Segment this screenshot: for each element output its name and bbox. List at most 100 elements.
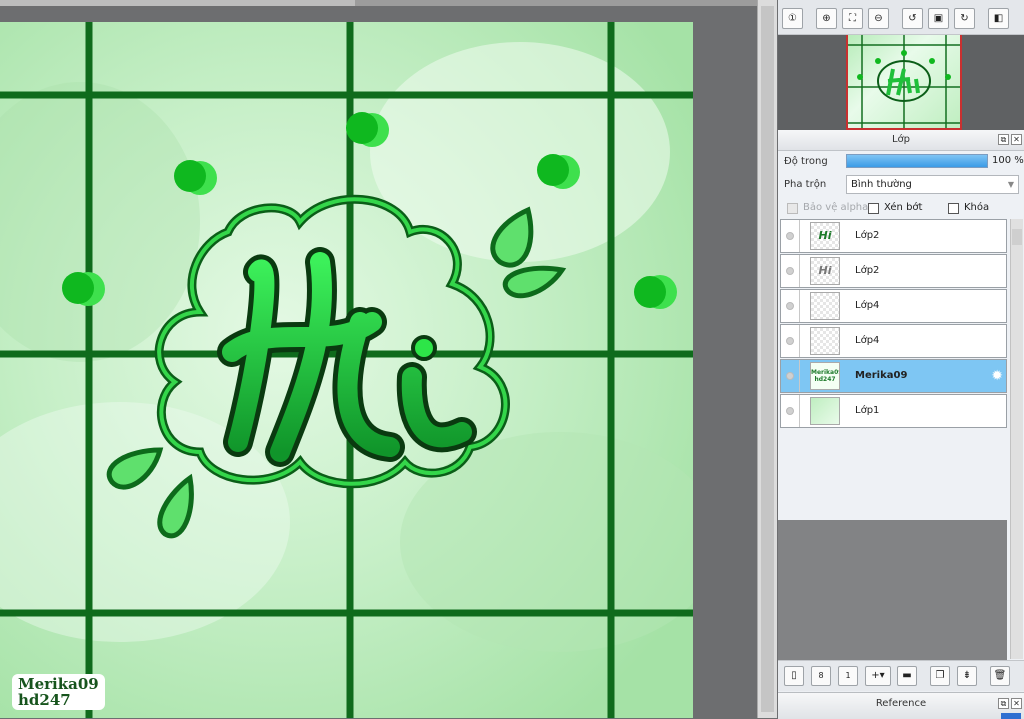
folder-icon: ▬	[902, 670, 912, 681]
layer-row[interactable]: Lớp1	[780, 394, 1007, 428]
flip-icon: ◧	[993, 13, 1004, 24]
reset-rotation-icon: ▣	[933, 13, 944, 24]
layer-8-icon: 8	[818, 671, 824, 680]
blend-mode-select[interactable]: Bình thường ▼	[846, 175, 1019, 194]
new-8bit-layer-button[interactable]: 8	[811, 666, 831, 686]
new-1bit-layer-button[interactable]: 1	[838, 666, 858, 686]
trash-icon: 🗑	[993, 670, 1007, 681]
layer-name: Merika09	[855, 370, 908, 381]
zoom-in-button[interactable]: ⊕	[816, 8, 837, 29]
fit-window-button[interactable]: ⛶	[842, 8, 863, 29]
close-icon: ✕	[1013, 699, 1020, 708]
scroll-thumb[interactable]	[761, 6, 774, 712]
duplicate-layer-button[interactable]: ❐	[930, 666, 950, 686]
reference-tab-indicator	[1001, 713, 1021, 719]
reset-rotation-button[interactable]: ▣	[928, 8, 949, 29]
navigator-thumbnail-art	[848, 35, 960, 128]
layer-thumbnail: Merika09 hd247	[810, 362, 840, 390]
zoom-out-icon: ⊖	[874, 13, 883, 24]
layer-list-empty-area	[778, 520, 1007, 660]
watermark-line1: Merika09	[18, 675, 99, 693]
gear-icon[interactable]: ✹	[991, 368, 1003, 384]
close-panel-button[interactable]: ✕	[1011, 134, 1022, 145]
reference-panel-header: Reference ⧉ ✕	[778, 692, 1024, 719]
layer-1-icon: 1	[845, 671, 851, 680]
layer-actions-bar: ▯ 8 1 +▾ ▬ ❐ ⇟ 🗑	[778, 660, 1024, 691]
flip-button[interactable]: ◧	[988, 8, 1009, 29]
delete-layer-button[interactable]: 🗑	[990, 666, 1010, 686]
lock-checkbox[interactable]	[948, 203, 959, 214]
merge-layer-button[interactable]: ⇟	[957, 666, 977, 686]
protect-alpha-label: Bảo vệ alpha	[803, 202, 869, 213]
layer-row[interactable]: Lớp4	[780, 324, 1007, 358]
undock-icon: ⧉	[1000, 135, 1007, 144]
watermark: Merika09 hd247	[12, 674, 105, 710]
scroll-thumb[interactable]	[1012, 229, 1022, 245]
artwork	[0, 22, 693, 718]
layer-thumbnail	[810, 397, 840, 425]
visibility-toggle-icon[interactable]	[786, 232, 794, 240]
navigator-thumbnail[interactable]	[846, 35, 962, 130]
chevron-down-icon: ▼	[1007, 180, 1014, 189]
zoom-in-icon: ⊕	[822, 13, 831, 24]
layer-row-selected[interactable]: Merika09 hd247 Merika09 ✹	[780, 359, 1007, 393]
opacity-value: 100 %	[992, 155, 1024, 166]
layer-list: Hi Lớp2 Hi Lớp2 Lớp4 Lớp4 Merika09 hd247	[780, 219, 1007, 519]
navigator-preview[interactable]	[778, 35, 1024, 130]
undock-button[interactable]: ⧉	[998, 698, 1009, 709]
layer-thumbnail	[810, 292, 840, 320]
layer-thumbnail: Hi	[810, 257, 840, 285]
layer-panel-title: Lớp	[891, 134, 911, 145]
rotate-left-button[interactable]: ↺	[902, 8, 923, 29]
layer-name: Lớp4	[855, 335, 880, 346]
reference-title: Reference	[875, 698, 927, 709]
layer-name: Lớp2	[855, 230, 880, 241]
zoom-actual-icon: ①	[788, 13, 797, 24]
watermark-line2: hd247	[18, 691, 71, 709]
rotate-right-icon: ↻	[960, 13, 969, 24]
zoom-out-button[interactable]: ⊖	[868, 8, 889, 29]
add-layer-dropdown[interactable]: +▾	[865, 666, 891, 686]
visibility-toggle-icon[interactable]	[786, 372, 794, 380]
plus-icon: +▾	[871, 670, 885, 681]
visibility-toggle-icon[interactable]	[786, 337, 794, 345]
navigator-toolbar: ① ⊕ ⛶ ⊖ ↺ ▣ ↻ ◧	[778, 0, 1024, 35]
layer-name: Lớp1	[855, 405, 880, 416]
visibility-toggle-icon[interactable]	[786, 407, 794, 415]
rotate-left-icon: ↺	[908, 13, 917, 24]
new-page-icon: ▯	[791, 670, 797, 681]
undock-button[interactable]: ⧉	[998, 134, 1009, 145]
canvas-vertical-scrollbar[interactable]	[757, 0, 777, 718]
new-layer-button[interactable]: ▯	[784, 666, 804, 686]
zoom-actual-button[interactable]: ①	[782, 8, 803, 29]
close-panel-button[interactable]: ✕	[1011, 698, 1022, 709]
layer-panel: Lớp ⧉ ✕ Độ trong 100 % Pha trộn Bình thư…	[778, 130, 1024, 691]
rotate-right-button[interactable]: ↻	[954, 8, 975, 29]
right-panels: ① ⊕ ⛶ ⊖ ↺ ▣ ↻ ◧ Lớp ⧉ ✕ Độ trong 100 % P…	[778, 0, 1024, 719]
visibility-toggle-icon[interactable]	[786, 302, 794, 310]
drawing-canvas[interactable]: Merika09 hd247	[0, 22, 693, 718]
layer-row[interactable]: Hi Lớp2	[780, 254, 1007, 288]
protect-alpha-checkbox[interactable]	[787, 203, 798, 214]
close-icon: ✕	[1013, 135, 1020, 144]
layer-panel-header: Lớp ⧉ ✕	[778, 130, 1024, 151]
layer-row[interactable]: Hi Lớp2	[780, 219, 1007, 253]
lock-label: Khóa	[964, 202, 990, 213]
undock-icon: ⧉	[1000, 699, 1007, 708]
visibility-toggle-icon[interactable]	[786, 267, 794, 275]
opacity-slider[interactable]	[846, 154, 988, 168]
new-folder-button[interactable]: ▬	[897, 666, 917, 686]
layer-row[interactable]: Lớp4	[780, 289, 1007, 323]
layer-name: Lớp4	[855, 300, 880, 311]
layer-thumbnail	[810, 327, 840, 355]
blend-label: Pha trộn	[784, 179, 827, 190]
blend-mode-value: Bình thường	[851, 179, 912, 190]
fit-window-icon: ⛶	[849, 13, 856, 24]
merge-icon: ⇟	[962, 670, 972, 681]
clipping-label: Xén bớt	[884, 202, 923, 213]
layer-name: Lớp2	[855, 265, 880, 276]
layer-thumbnail: Hi	[810, 222, 840, 250]
layer-list-scrollbar[interactable]	[1010, 219, 1023, 659]
clipping-checkbox[interactable]	[868, 203, 879, 214]
top-strip	[0, 0, 776, 6]
